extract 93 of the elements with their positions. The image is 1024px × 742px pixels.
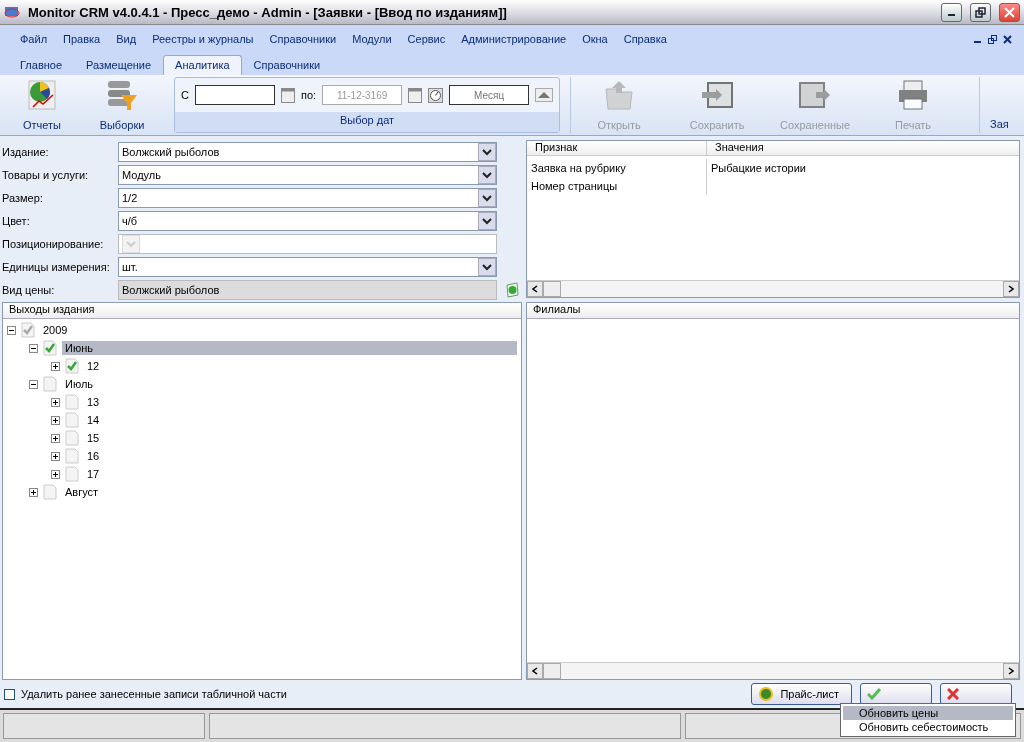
expand-icon[interactable]	[51, 361, 60, 371]
field-label: Единицы измерения:	[2, 261, 111, 273]
scrollbar-thumb[interactable]	[543, 663, 561, 679]
minimize-button[interactable]	[941, 2, 962, 22]
menu-item[interactable]: Обновить цены	[843, 706, 1013, 720]
to-label: по:	[300, 89, 317, 101]
horizontal-scrollbar[interactable]	[527, 662, 1019, 679]
group-caption: Выбор дат	[175, 112, 560, 132]
field-label: Цвет:	[2, 215, 31, 227]
price-list-button[interactable]: Прайс-лист	[751, 683, 852, 705]
cancel-button[interactable]	[940, 683, 1012, 705]
scrollbar-thumb[interactable]	[543, 281, 561, 297]
field-label: Товары и услуги:	[2, 169, 90, 181]
panel-header: Выходы издания	[3, 303, 521, 319]
pie-chart-icon	[25, 79, 59, 111]
disk-arrow-icon	[798, 79, 833, 111]
menu-item[interactable]: Обновить себестоимость	[843, 720, 1013, 734]
dropdown[interactable]: 1/2	[118, 188, 497, 208]
expand-icon[interactable]	[29, 487, 38, 497]
cross-icon[interactable]	[947, 688, 959, 700]
collapse-icon[interactable]	[29, 343, 38, 353]
menu-item[interactable]: Администрирование	[453, 33, 575, 45]
tab[interactable]: Главное	[8, 55, 75, 75]
checkmark-icon[interactable]	[867, 688, 881, 700]
table-cell: Заявка на рубрику	[527, 159, 707, 177]
database-filter-icon	[105, 79, 139, 111]
menu-item[interactable]: Вид	[108, 33, 145, 45]
toolbar-button[interactable]: Выборки	[84, 77, 160, 133]
column-header[interactable]: Значения	[707, 141, 1019, 156]
dropdown[interactable]: шт.	[118, 257, 497, 277]
tree-item[interactable]: 16	[84, 449, 103, 463]
field-label: Издание:	[2, 146, 50, 158]
expand-icon[interactable]	[51, 397, 60, 407]
checked-page-icon[interactable]	[20, 322, 36, 338]
tree-item[interactable]: 13	[84, 395, 103, 409]
tree-item[interactable]: Июль	[62, 377, 97, 391]
toolbar-button[interactable]: Зая	[990, 118, 1013, 133]
menu-item[interactable]: Справочники	[261, 33, 345, 45]
checked-page-icon[interactable]	[64, 358, 80, 374]
menu-item[interactable]: Реестры и журналы	[144, 33, 262, 45]
clock-icon[interactable]	[428, 87, 444, 103]
app-icon	[4, 5, 20, 19]
tree-item[interactable]: 17	[84, 467, 103, 481]
dropdown[interactable]: ч/б	[118, 211, 497, 231]
calendar-icon[interactable]	[280, 87, 295, 103]
menu-item[interactable]: Сервис	[399, 33, 454, 45]
toolbar-button[interactable]: Отчеты	[4, 77, 80, 133]
dropdown[interactable]: Модуль	[118, 165, 497, 185]
panel-header: Филиалы	[527, 303, 1019, 319]
tab[interactable]: Аналитика	[163, 55, 242, 75]
tab[interactable]: Справочники	[241, 55, 333, 75]
checked-page-icon[interactable]	[42, 340, 58, 356]
expand-icon[interactable]	[51, 415, 60, 425]
field-label: Размер:	[2, 192, 44, 204]
close-button[interactable]	[999, 2, 1020, 22]
expand-icon[interactable]	[51, 469, 60, 479]
menu-item[interactable]: Окна	[574, 33, 616, 45]
field-label: Позиционирование:	[2, 238, 105, 250]
tree-item[interactable]: Июнь	[62, 341, 517, 355]
field-label: Вид цены:	[2, 284, 56, 296]
checkbox[interactable]	[4, 688, 15, 700]
dropdown[interactable]: Волжский рыболов	[118, 142, 497, 162]
tree-item[interactable]: 12	[84, 359, 103, 373]
tree-item[interactable]: 2009	[40, 323, 71, 337]
menu-item[interactable]: Справка	[615, 33, 675, 45]
tree-item[interactable]: 15	[84, 431, 103, 445]
checkbox-label: Удалить ранее занесенные записи табличной части	[21, 688, 287, 700]
tree-item[interactable]: Август	[62, 485, 102, 499]
expand-icon[interactable]	[51, 451, 60, 461]
tab[interactable]: Размещение	[74, 55, 164, 75]
window-title: Monitor CRM v4.0.4.1 - Пресс_демо - Admin - [Заявки - [Ввод по изданиям]]	[28, 4, 508, 20]
expand-icon[interactable]	[51, 433, 60, 443]
table-cell-text: Рыбацкие истории	[710, 161, 807, 176]
restore-icon[interactable]	[988, 34, 997, 44]
period-field[interactable]: Месяц	[449, 85, 530, 105]
ok-button[interactable]	[860, 683, 932, 705]
date-field[interactable]	[194, 85, 275, 105]
horizontal-scrollbar[interactable]	[527, 280, 1019, 297]
restore-icon[interactable]	[975, 6, 986, 18]
column-header[interactable]: Признак	[527, 141, 707, 156]
readonly-field: Волжский рыболов	[118, 280, 497, 300]
collapse-icon[interactable]	[7, 325, 16, 335]
collapse-icon[interactable]	[29, 379, 38, 389]
close-icon[interactable]	[1003, 34, 1012, 44]
menu-item[interactable]: Правка	[55, 33, 109, 45]
calendar-icon[interactable]	[408, 87, 423, 103]
tree-item[interactable]: 14	[84, 413, 103, 427]
menu-item[interactable]: Модули	[344, 33, 400, 45]
restore-button[interactable]	[970, 2, 991, 22]
table-cell: Номер страницы	[527, 177, 707, 195]
from-label: С	[181, 89, 189, 101]
disk-arrow-icon	[700, 79, 735, 111]
menu-item[interactable]: Файл	[12, 33, 56, 45]
